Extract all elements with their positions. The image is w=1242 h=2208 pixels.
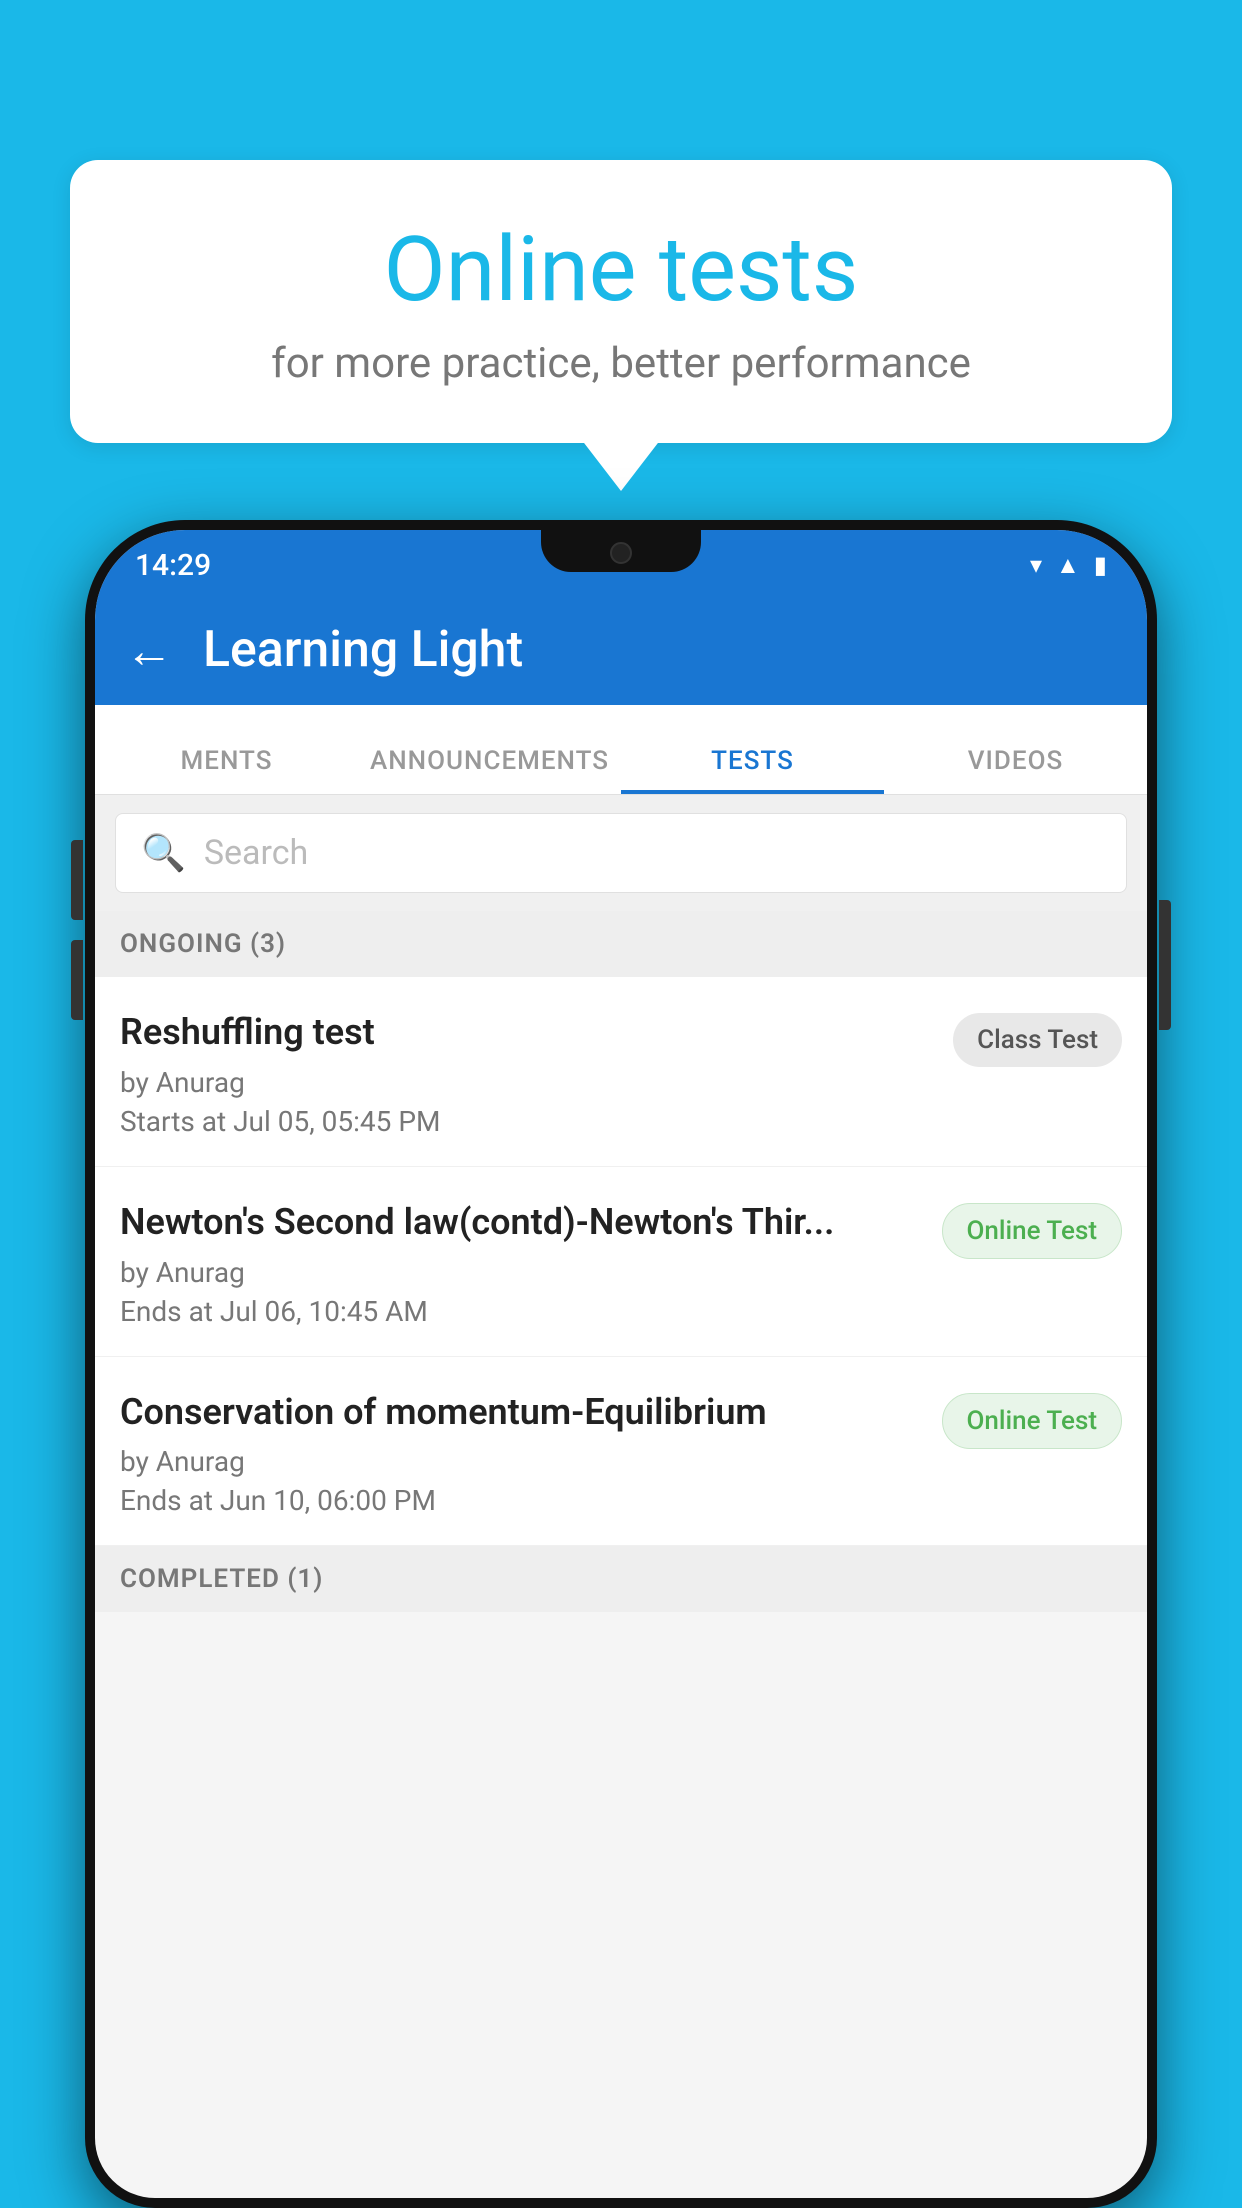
signal-icon: ▲ bbox=[1056, 551, 1080, 580]
search-icon: 🔍 bbox=[141, 832, 186, 874]
test-info: Reshuffling test by Anurag Starts at Jul… bbox=[120, 1009, 938, 1138]
status-time: 14:29 bbox=[135, 548, 211, 583]
test-info: Conservation of momentum-Equilibrium by … bbox=[120, 1389, 927, 1518]
promo-bubble: Online tests for more practice, better p… bbox=[70, 160, 1172, 443]
test-item[interactable]: Newton's Second law(contd)-Newton's Thir… bbox=[95, 1167, 1147, 1357]
tab-tests[interactable]: TESTS bbox=[621, 746, 884, 794]
test-date: Ends at Jul 06, 10:45 AM bbox=[120, 1295, 927, 1328]
test-by: by Anurag bbox=[120, 1066, 938, 1099]
front-camera bbox=[610, 542, 632, 564]
bubble-subtitle: for more practice, better performance bbox=[120, 339, 1122, 388]
bubble-title: Online tests bbox=[120, 220, 1122, 319]
volume-down-button bbox=[71, 940, 83, 1020]
phone-screen: 14:29 ▾ ▲ ▮ ← Learning Light MENTS ANNOU… bbox=[95, 530, 1147, 2198]
volume-up-button bbox=[71, 840, 83, 920]
test-by: by Anurag bbox=[120, 1256, 927, 1289]
tab-ments[interactable]: MENTS bbox=[95, 746, 358, 794]
test-list: Reshuffling test by Anurag Starts at Jul… bbox=[95, 977, 1147, 1546]
wifi-icon: ▾ bbox=[1030, 551, 1042, 579]
test-badge: Online Test bbox=[942, 1203, 1123, 1259]
test-name: Reshuffling test bbox=[120, 1009, 938, 1056]
search-bar[interactable]: 🔍 Search bbox=[115, 813, 1127, 893]
test-item[interactable]: Reshuffling test by Anurag Starts at Jul… bbox=[95, 977, 1147, 1167]
app-bar: ← Learning Light bbox=[95, 595, 1147, 705]
search-container: 🔍 Search bbox=[95, 795, 1147, 911]
test-info: Newton's Second law(contd)-Newton's Thir… bbox=[120, 1199, 927, 1328]
test-item[interactable]: Conservation of momentum-Equilibrium by … bbox=[95, 1357, 1147, 1547]
phone-frame: 14:29 ▾ ▲ ▮ ← Learning Light MENTS ANNOU… bbox=[85, 520, 1157, 2208]
app-title: Learning Light bbox=[203, 621, 523, 679]
search-placeholder: Search bbox=[204, 833, 308, 873]
back-button[interactable]: ← bbox=[125, 622, 173, 679]
tab-bar: MENTS ANNOUNCEMENTS TESTS VIDEOS bbox=[95, 705, 1147, 795]
tab-videos[interactable]: VIDEOS bbox=[884, 746, 1147, 794]
test-badge: Online Test bbox=[942, 1393, 1123, 1449]
test-by: by Anurag bbox=[120, 1445, 927, 1478]
test-date: Ends at Jun 10, 06:00 PM bbox=[120, 1484, 927, 1517]
tab-announcements[interactable]: ANNOUNCEMENTS bbox=[358, 746, 621, 794]
test-name: Newton's Second law(contd)-Newton's Thir… bbox=[120, 1199, 927, 1246]
status-icons: ▾ ▲ ▮ bbox=[1030, 551, 1107, 580]
battery-icon: ▮ bbox=[1094, 551, 1107, 579]
test-date: Starts at Jul 05, 05:45 PM bbox=[120, 1105, 938, 1138]
completed-section-header: COMPLETED (1) bbox=[95, 1546, 1147, 1612]
power-button bbox=[1159, 900, 1171, 1030]
test-name: Conservation of momentum-Equilibrium bbox=[120, 1389, 927, 1436]
test-badge: Class Test bbox=[953, 1013, 1122, 1067]
ongoing-section-header: ONGOING (3) bbox=[95, 911, 1147, 977]
phone-notch bbox=[541, 530, 701, 572]
